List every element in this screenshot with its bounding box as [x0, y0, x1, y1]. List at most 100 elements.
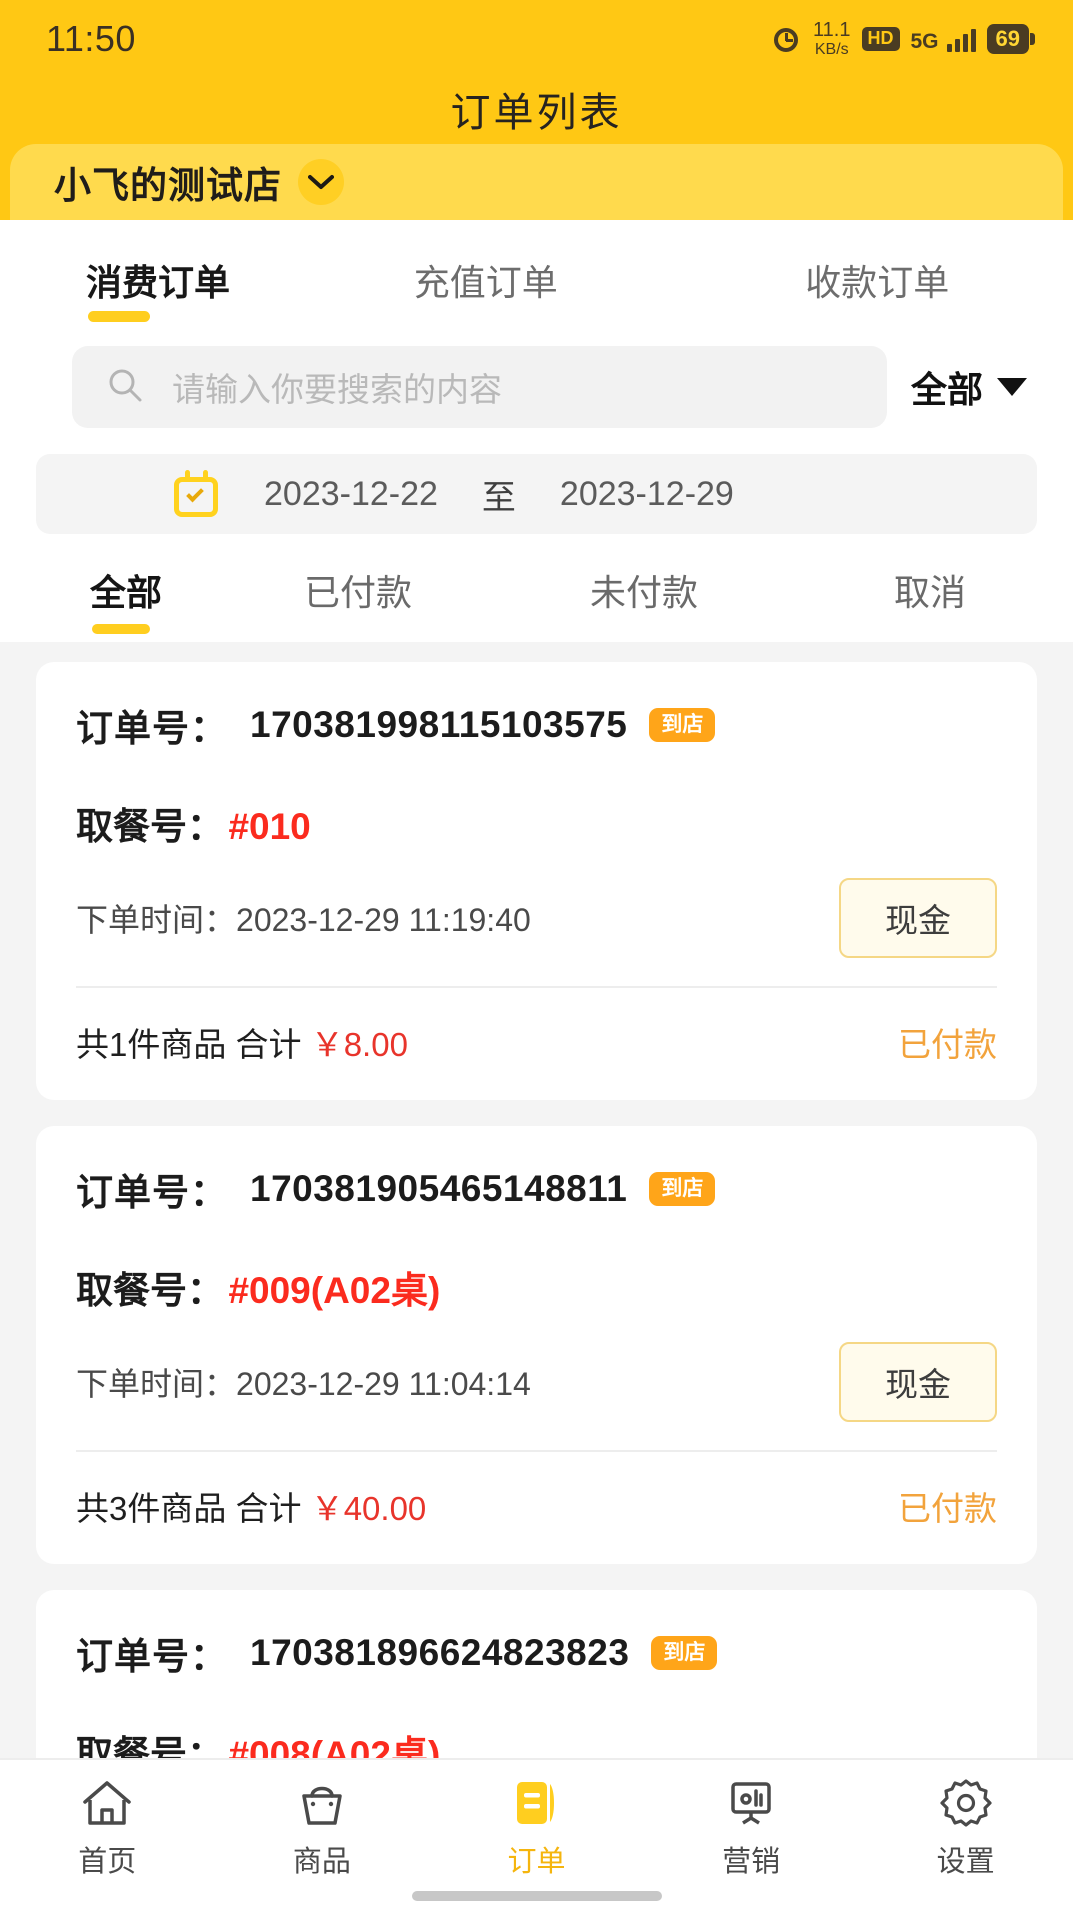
- date-range-separator: 至: [481, 478, 516, 517]
- status-tab-unpaid[interactable]: 未付款: [501, 564, 787, 642]
- nav-item-marketing[interactable]: 营销: [644, 1776, 859, 1880]
- network-speed-unit: KB/s: [814, 41, 849, 58]
- pay-method-button[interactable]: 现金: [839, 878, 997, 958]
- order-list-screen: 11:50 11.1 KB/s HD 5G 69 订单列表 小飞的测试店 消费订…: [0, 0, 1073, 1913]
- pay-method-button[interactable]: 现金: [839, 1342, 997, 1422]
- battery-indicator: 69: [986, 24, 1036, 54]
- status-icons: 11.1 KB/s HD 5G 69: [772, 20, 1036, 58]
- chevron-down-icon[interactable]: [298, 159, 344, 205]
- store-name: 小飞的测试店: [54, 165, 282, 206]
- signal-indicator: 5G: [911, 26, 976, 52]
- status-badge: 到店: [651, 1635, 718, 1671]
- order-no-row: 订单号： 170381905465148811 到店: [76, 1162, 997, 1216]
- search-icon: [106, 366, 144, 409]
- status-badge: 到店: [649, 707, 716, 743]
- order-amount: ￥8.00: [310, 1026, 408, 1063]
- order-list[interactable]: 订单号： 170381998115103575 到店 取餐号： #010 下单时…: [0, 642, 1073, 1852]
- order-no-value: 170381905465148811: [250, 1168, 628, 1209]
- nav-item-orders[interactable]: 订单: [429, 1776, 644, 1880]
- pickup-no-label: 取餐号：: [76, 1270, 224, 1311]
- store-selector[interactable]: 小飞的测试店: [10, 144, 1063, 220]
- date-range-start[interactable]: 2023-12-22: [264, 475, 438, 514]
- search-input[interactable]: 请输入你要搜索的内容: [72, 346, 887, 428]
- pay-state: 已付款: [898, 1026, 997, 1063]
- status-tab-cancelled[interactable]: 取消: [787, 564, 1073, 642]
- nav-label: 商品: [292, 1846, 351, 1878]
- tab-label: 充值订单: [413, 262, 558, 303]
- date-range-end[interactable]: 2023-12-29: [560, 475, 734, 514]
- order-filter-value: 全部: [910, 369, 983, 410]
- order-no-row: 订单号： 170381896624823823 到店: [76, 1626, 997, 1680]
- order-card[interactable]: 订单号： 170381905465148811 到店 取餐号： #009(A02…: [36, 1126, 1037, 1564]
- status-tab-label: 已付款: [303, 572, 412, 613]
- date-range-picker[interactable]: 2023-12-22 至 2023-12-29: [36, 454, 1037, 534]
- search-row: 请输入你要搜索的内容 全部: [0, 332, 1073, 428]
- status-tab-paid[interactable]: 已付款: [215, 564, 501, 642]
- order-footer-row: 共3件商品 合计 ￥40.00 已付款: [76, 1452, 997, 1564]
- status-bar: 11:50 11.1 KB/s HD 5G 69: [0, 0, 1073, 78]
- order-status-tabs: 全部 已付款 未付款 取消: [0, 534, 1073, 642]
- tab-label: 收款订单: [805, 262, 950, 303]
- gear-icon: [940, 1776, 992, 1830]
- search-placeholder: 请输入你要搜索的内容: [172, 371, 502, 408]
- calendar-check-icon: [174, 470, 220, 518]
- order-summary: 共1件商品 合计: [76, 1026, 302, 1063]
- pickup-no-row: 取餐号： #009(A02桌): [76, 1260, 997, 1314]
- status-tab-active-indicator: [92, 624, 150, 634]
- network-type-label: 5G: [910, 30, 939, 53]
- order-time-value: 2023-12-29 11:19:40: [236, 902, 531, 938]
- order-card[interactable]: 订单号： 170381998115103575 到店 取餐号： #010 下单时…: [36, 662, 1037, 1100]
- home-indicator-bar: [411, 1891, 662, 1901]
- order-time: 下单时间：2023-12-29 11:04:14: [76, 1359, 531, 1405]
- status-time: 11:50: [46, 18, 136, 59]
- order-time: 下单时间：2023-12-29 11:19:40: [76, 895, 531, 941]
- page-title: 订单列表: [450, 91, 623, 135]
- order-time-row: 下单时间：2023-12-29 11:04:14 现金: [76, 1342, 997, 1422]
- signal-bars-icon: [946, 26, 976, 52]
- nav-item-products[interactable]: 商品: [215, 1776, 430, 1880]
- order-total: 共1件商品 合计 ￥8.00: [76, 1018, 408, 1066]
- hd-badge: HD: [861, 27, 900, 51]
- app-bar: 订单列表: [0, 78, 1073, 140]
- nav-item-home[interactable]: 首页: [0, 1776, 215, 1880]
- pickup-no-value: #010: [228, 806, 311, 847]
- tab-consumption-orders[interactable]: 消费订单: [0, 254, 290, 332]
- order-no-label: 订单号：: [76, 1636, 228, 1677]
- bag-icon: [296, 1776, 348, 1830]
- order-total: 共3件商品 合计 ￥40.00: [76, 1482, 426, 1530]
- order-no-value: 170381998115103575: [250, 704, 628, 745]
- nav-label: 首页: [78, 1846, 137, 1878]
- status-tab-label: 全部: [90, 572, 163, 613]
- order-time-row: 下单时间：2023-12-29 11:19:40 现金: [76, 878, 997, 958]
- caret-down-icon: [997, 378, 1027, 396]
- tab-active-indicator: [88, 311, 150, 322]
- tab-collection-orders[interactable]: 收款订单: [682, 254, 1073, 332]
- bottom-nav: 首页 商品 订单 营销 设置: [0, 1758, 1073, 1913]
- order-no-label: 订单号：: [76, 1172, 228, 1213]
- network-speed: 11.1 KB/s: [813, 20, 850, 58]
- order-footer-row: 共1件商品 合计 ￥8.00 已付款: [76, 988, 997, 1100]
- pay-state: 已付款: [898, 1490, 997, 1527]
- tab-label: 消费订单: [86, 262, 231, 303]
- nav-label: 设置: [936, 1846, 995, 1878]
- order-no-label: 订单号：: [76, 708, 228, 749]
- status-tab-label: 未付款: [589, 572, 698, 613]
- pickup-no-value: #009(A02桌): [228, 1270, 441, 1311]
- nav-label: 订单: [507, 1846, 566, 1878]
- order-filter-dropdown[interactable]: 全部: [911, 361, 1045, 413]
- tab-recharge-orders[interactable]: 充值订单: [290, 254, 682, 332]
- status-badge: 到店: [649, 1171, 716, 1207]
- pickup-no-label: 取餐号：: [76, 806, 224, 847]
- pickup-no-row: 取餐号： #010: [76, 796, 997, 850]
- order-no-row: 订单号： 170381998115103575 到店: [76, 698, 997, 752]
- network-speed-value: 11.1: [813, 19, 851, 41]
- order-type-tabs: 消费订单 充值订单 收款订单: [0, 220, 1073, 332]
- order-summary: 共3件商品 合计: [76, 1490, 302, 1527]
- nav-label: 营销: [722, 1846, 781, 1878]
- nav-item-settings[interactable]: 设置: [858, 1776, 1073, 1880]
- home-icon: [80, 1776, 134, 1830]
- status-tab-all[interactable]: 全部: [0, 564, 215, 642]
- order-amount: ￥40.00: [310, 1490, 427, 1527]
- filters-section: 消费订单 充值订单 收款订单 请输入你要搜索的内容 全部 2023-12-22 …: [0, 220, 1073, 642]
- order-no-value: 170381896624823823: [250, 1632, 630, 1673]
